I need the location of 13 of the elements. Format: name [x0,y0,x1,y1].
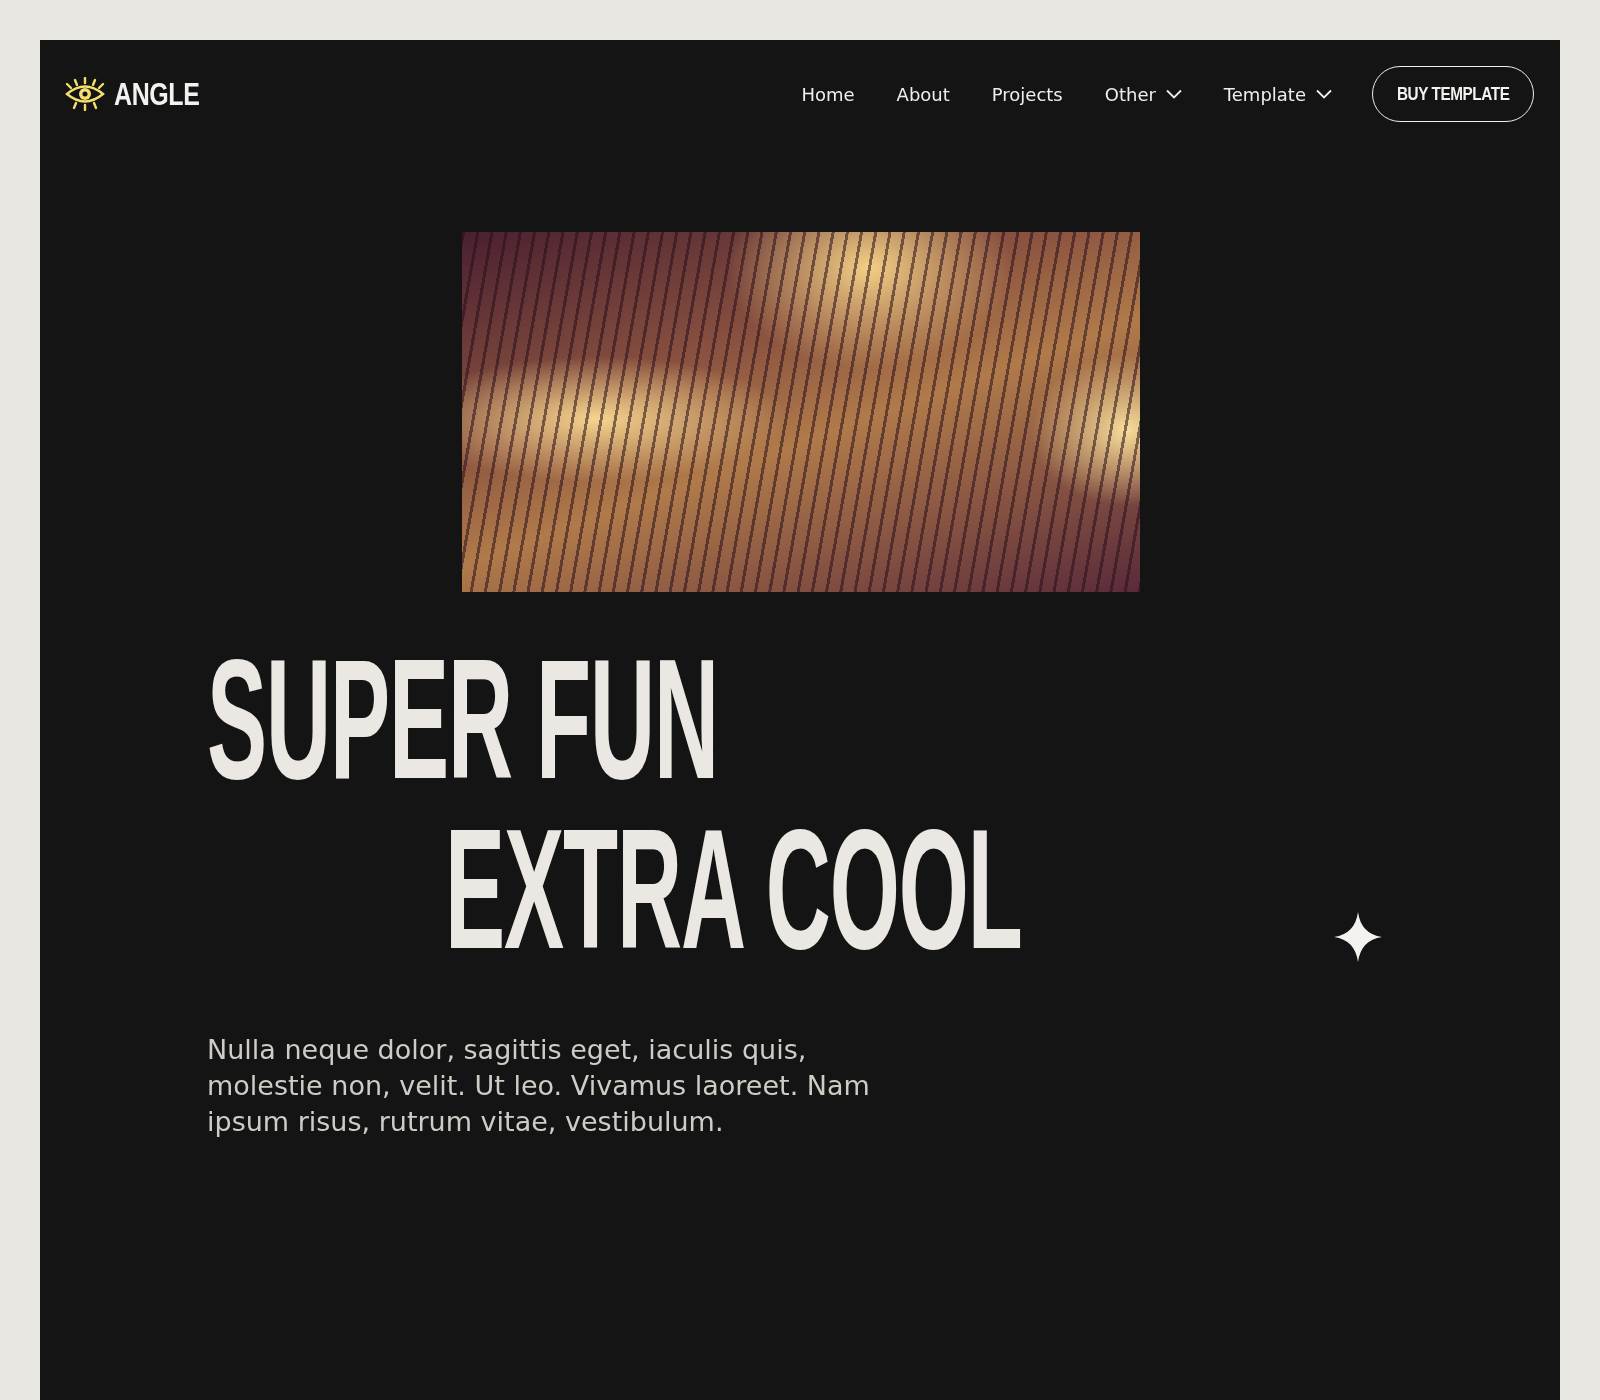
chevron-down-icon [1316,89,1332,99]
nav-link[interactable]: Home [801,83,855,105]
hero-headline: SUPER FUN [207,634,719,804]
sparkle-icon [1334,912,1382,962]
hero-headline: EXTRA COOL [445,804,1022,974]
nav-link[interactable]: Projects [991,83,1063,105]
nav-dropdown[interactable]: Template [1223,83,1332,105]
brand-name: ANGLE [114,75,200,113]
nav-dropdown[interactable]: Other [1104,83,1182,105]
nav-link[interactable]: About [896,83,950,105]
eye-logo-icon [64,77,106,111]
chevron-down-icon [1165,89,1182,99]
hero-description: Nulla neque dolor, sagittis eget, iaculis quis, molestie non, velit. Ut leo. Vivamus laoreet. Nam ipsum risus, rutrum vitae, vestibulum. [207,1033,871,1139]
